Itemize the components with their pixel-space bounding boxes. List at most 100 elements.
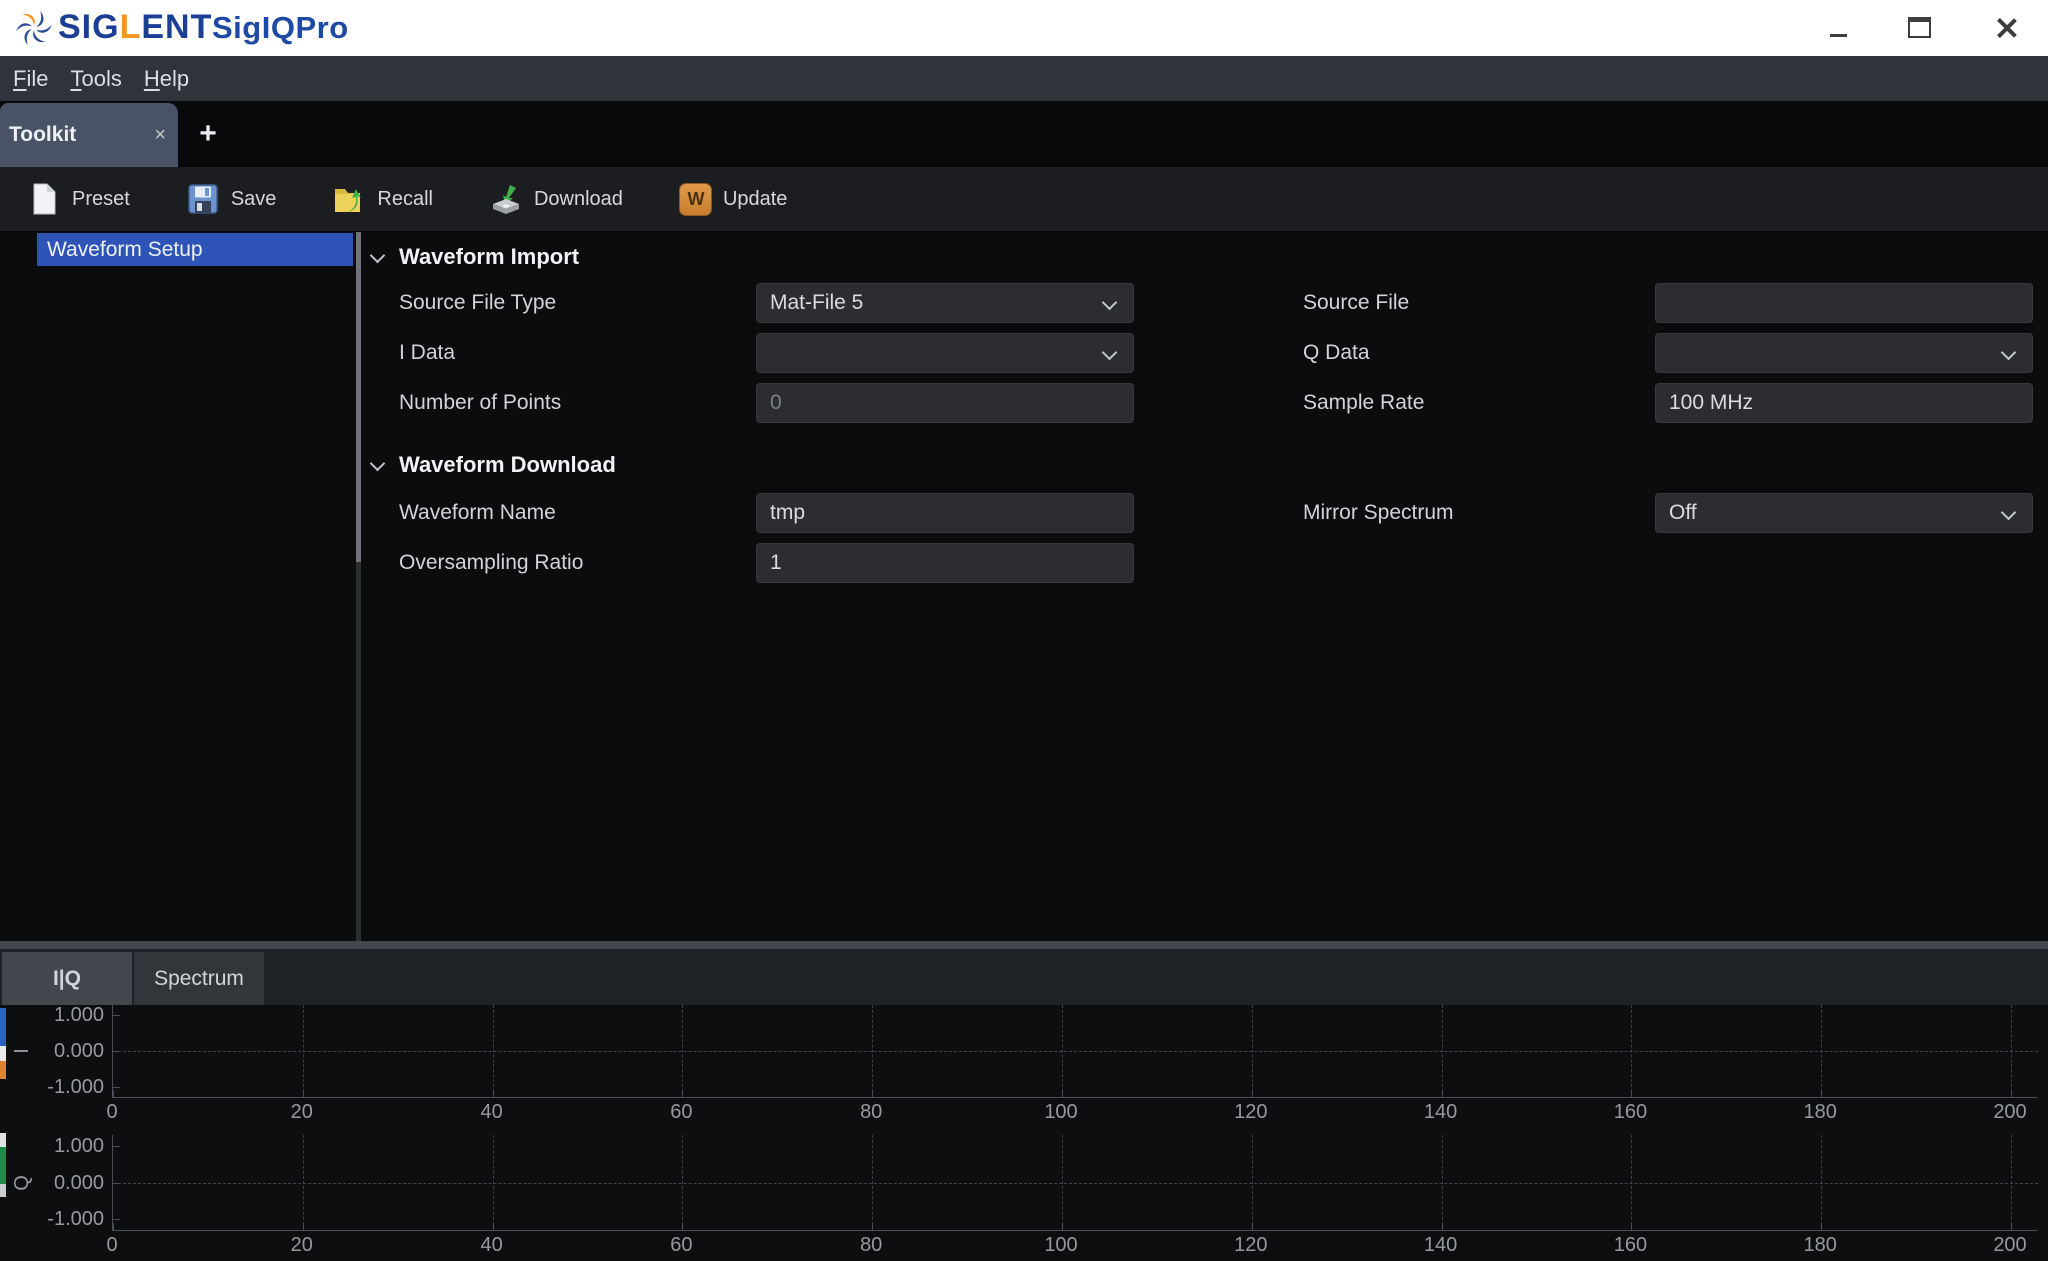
- toolbar-button-preset[interactable]: Preset: [27, 182, 130, 216]
- tab-bar: Toolkit × +: [0, 101, 2048, 167]
- number-of-points-input[interactable]: [756, 383, 1134, 423]
- x-tick-label: 40: [480, 1101, 503, 1123]
- x-tick-label: 160: [1613, 1101, 1648, 1123]
- menu-item-file[interactable]: File: [13, 66, 48, 92]
- toolbar-button-update[interactable]: W Update: [678, 182, 787, 216]
- axis-name-i: I: [11, 1048, 33, 1054]
- edge-clipped-icon: [0, 1147, 6, 1184]
- y-tick-mark: [113, 1051, 120, 1052]
- x-tick-label: 120: [1234, 1101, 1268, 1123]
- toolbar-button-label: Download: [533, 187, 623, 210]
- x-tick-label: 100: [1044, 1234, 1078, 1256]
- source-file-input[interactable]: [1655, 283, 2033, 323]
- y-tick-mark: [113, 1146, 120, 1147]
- brand-text: SIGLENT: [58, 8, 213, 46]
- x-tick-mark: [2011, 1223, 2012, 1230]
- q-data-select[interactable]: [1655, 333, 2033, 373]
- edge-clipped-icon: [0, 1061, 6, 1079]
- x-tick-label: 80: [860, 1101, 883, 1123]
- x-tick-label: 120: [1234, 1234, 1268, 1256]
- y-tick-label: 0.000: [53, 1040, 104, 1062]
- edge-clipped-icon: [0, 1008, 6, 1046]
- minimize-icon: [1830, 34, 1847, 37]
- x-tick-mark: [1251, 1090, 1253, 1097]
- sidebar-item-waveform-setup[interactable]: Waveform Setup: [37, 233, 353, 266]
- sample-rate-label: Sample Rate: [1303, 391, 1425, 414]
- x-tick-mark: [1441, 1090, 1443, 1097]
- edge-clipped-icon: [0, 1046, 6, 1061]
- sidebar: Waveform Setup: [0, 232, 356, 941]
- app-window: SIGLENT SigIQPro File Tools Help Toolkit…: [0, 0, 2048, 1261]
- i-data-select[interactable]: [756, 333, 1134, 373]
- x-tick-label: 100: [1044, 1101, 1078, 1123]
- toolbar-button-recall[interactable]: Recall: [332, 182, 433, 216]
- folder-icon: [335, 189, 362, 212]
- bottom-tab-bar: I|Q Spectrum: [0, 949, 2048, 1005]
- y-tick-mark: [113, 1219, 120, 1220]
- toolbar-button-label: Save: [230, 187, 277, 210]
- tab-close-icon[interactable]: ×: [154, 125, 166, 145]
- sample-rate-input[interactable]: [1655, 383, 2033, 423]
- mirror-spectrum-select[interactable]: Off: [1655, 493, 2033, 533]
- section-title-waveform-import: Waveform Import: [399, 244, 580, 269]
- x-tick-mark: [302, 1090, 304, 1097]
- x-tick-mark: [1821, 1090, 1823, 1097]
- waveform-name-input[interactable]: [756, 493, 1134, 533]
- x-tick-label: 20: [290, 1101, 313, 1123]
- x-tick-mark: [2011, 1090, 2012, 1097]
- menubar: File Tools Help: [0, 56, 2048, 101]
- x-tick-mark: [1821, 1223, 1823, 1230]
- i-data-label: I Data: [399, 341, 456, 364]
- toolbar-button-label: Preset: [72, 187, 130, 210]
- waveform-name-label: Waveform Name: [399, 501, 556, 524]
- menu-item-help[interactable]: Help: [144, 66, 189, 92]
- chevron-down-icon[interactable]: [369, 455, 386, 472]
- x-tick-mark: [1062, 1090, 1063, 1097]
- oversampling-ratio-label: Oversampling Ratio: [399, 551, 584, 574]
- chevron-down-icon[interactable]: [369, 247, 386, 264]
- close-button[interactable]: [1984, 0, 2028, 56]
- maximize-icon: [1908, 17, 1931, 38]
- x-tick-mark: [1251, 1223, 1253, 1230]
- x-tick-label: 0: [106, 1101, 118, 1123]
- x-tick-mark: [1062, 1223, 1063, 1230]
- x-tick-mark: [492, 1090, 494, 1097]
- y-tick-mark: [113, 1087, 120, 1088]
- minimize-button[interactable]: [1816, 0, 1860, 56]
- x-tick-mark: [113, 1223, 114, 1230]
- menu-item-tools[interactable]: Tools: [70, 66, 121, 92]
- section-title-waveform-download: Waveform Download: [399, 452, 616, 477]
- x-tick-mark: [492, 1223, 494, 1230]
- siglent-logo-icon: [16, 11, 52, 45]
- x-tick-mark: [872, 1223, 874, 1230]
- maximize-button[interactable]: [1897, 0, 1941, 56]
- floppy-icon: [188, 184, 218, 214]
- tab-iq[interactable]: I|Q: [2, 952, 132, 1005]
- zero-gridline: [113, 1183, 2038, 1184]
- x-tick-mark: [1441, 1223, 1443, 1230]
- x-tick-mark: [113, 1090, 114, 1097]
- tab-toolkit[interactable]: Toolkit ×: [0, 103, 178, 167]
- oversampling-ratio-input[interactable]: [756, 543, 1134, 583]
- x-tick-mark: [682, 1223, 684, 1230]
- source-file-type-select[interactable]: Mat-File 5: [756, 283, 1134, 323]
- panel-splitter[interactable]: [0, 941, 2048, 949]
- tab-spectrum[interactable]: Spectrum: [134, 952, 264, 1005]
- new-tab-button[interactable]: +: [186, 101, 230, 167]
- number-of-points-label: Number of Points: [399, 391, 562, 414]
- toolbar-button-save[interactable]: Save: [186, 182, 277, 216]
- toolbar-button-download[interactable]: Download: [489, 182, 623, 216]
- x-tick-label: 180: [1803, 1101, 1837, 1123]
- x-tick-label: 0: [106, 1234, 118, 1256]
- select-value: Mat-File 5: [770, 291, 864, 314]
- x-tick-label: 60: [670, 1234, 693, 1256]
- chevron-down-icon: [1101, 344, 1118, 361]
- edge-clipped-icon: [0, 1133, 6, 1147]
- q-data-label: Q Data: [1303, 341, 1370, 364]
- toolbar-button-label: Recall: [377, 187, 433, 210]
- mirror-spectrum-label: Mirror Spectrum: [1303, 501, 1454, 524]
- x-tick-label: 160: [1613, 1234, 1648, 1256]
- edge-clipped-icon: [0, 1184, 6, 1197]
- y-tick-label: 1.000: [53, 1135, 104, 1157]
- app-title: SigIQPro: [212, 10, 349, 45]
